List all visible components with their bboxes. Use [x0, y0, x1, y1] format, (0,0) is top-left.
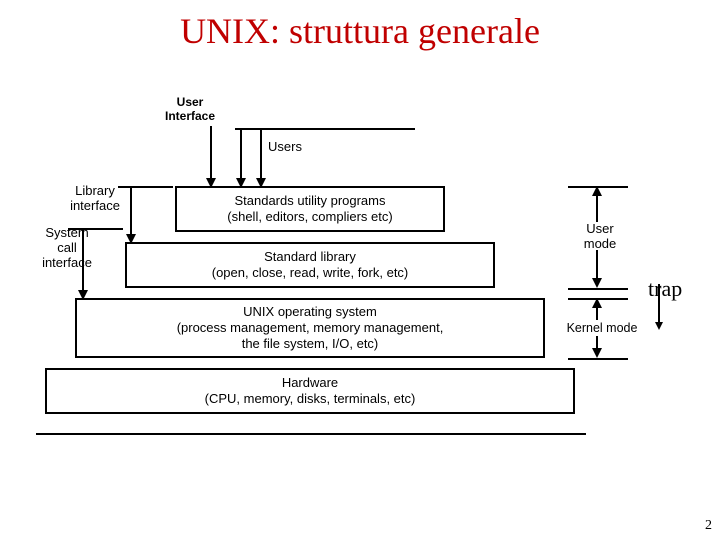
arrow-users-down-2 [260, 128, 262, 188]
page-title: UNIX: struttura generale [0, 10, 720, 52]
label-kernel-mode: Kernel mode [562, 321, 642, 335]
usermode-bot [568, 288, 628, 290]
layer-stdlib: Standard library (open, close, read, wri… [125, 242, 495, 288]
label-users: Users [268, 140, 302, 155]
arrow-library-iface [130, 186, 132, 244]
stdlib-sub: (open, close, read, write, fork, etc) [212, 265, 409, 281]
stdlib-name: Standard library [264, 249, 356, 265]
layer-os: UNIX operating system (process managemen… [75, 298, 545, 358]
baseline [36, 433, 586, 435]
layer-hardware: Hardware (CPU, memory, disks, terminals,… [45, 368, 575, 414]
hw-name: Hardware [282, 375, 338, 391]
label-user-mode: User mode [578, 222, 622, 252]
label-syscall-interface: System call interface [38, 226, 96, 271]
lib-tick [118, 186, 173, 188]
layer-utilities: Standards utility programs (shell, edito… [175, 186, 445, 232]
os-name: UNIX operating system [243, 304, 377, 320]
page-number: 2 [705, 518, 712, 534]
syscall-tick [68, 228, 123, 230]
label-user-interface: User Interface [155, 96, 225, 124]
label-library-interface: Library interface [65, 184, 125, 214]
arrow-users-down-1 [240, 128, 242, 188]
util-name: Standards utility programs [234, 193, 385, 209]
arrow-syscall-iface [82, 228, 84, 300]
unix-layers-diagram: User Interface Users Standards utility p… [50, 98, 615, 468]
top-hline [235, 128, 415, 130]
kernelmode-bot [568, 358, 628, 360]
hw-sub: (CPU, memory, disks, terminals, etc) [205, 391, 416, 407]
annotation-trap: trap [648, 276, 682, 302]
os-sub: (process management, memory management, … [177, 320, 444, 353]
arrow-user-iface-down [210, 126, 212, 188]
util-sub: (shell, editors, compliers etc) [227, 209, 392, 225]
